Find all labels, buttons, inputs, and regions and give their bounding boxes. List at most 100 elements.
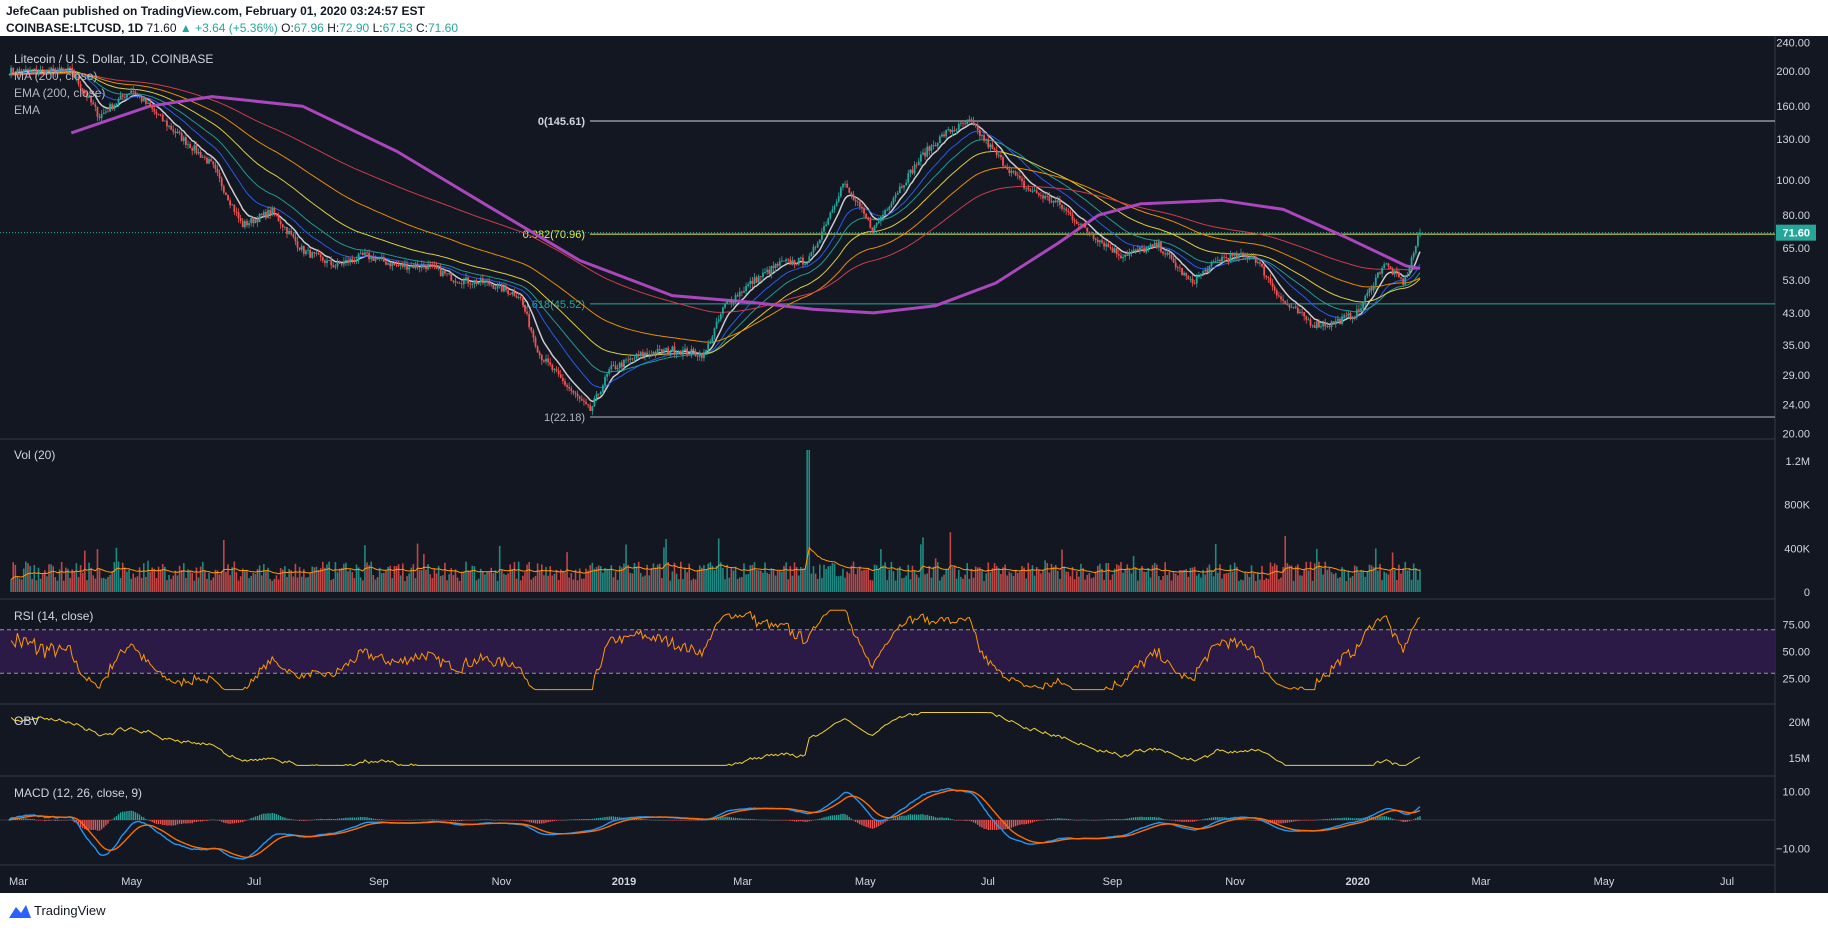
- volume-bar: [399, 575, 402, 592]
- volume-bar: [376, 577, 379, 592]
- tradingview-brand[interactable]: TradingView: [34, 903, 106, 918]
- volume-bar: [153, 568, 156, 592]
- volume-bar: [951, 566, 954, 592]
- indicator-ma200-label[interactable]: MA (200, close): [14, 69, 97, 83]
- volume-bar: [469, 570, 472, 592]
- candle-body: [612, 365, 615, 367]
- volume-bar: [1002, 567, 1004, 592]
- volume-bar: [787, 579, 790, 592]
- candle-body: [648, 354, 651, 356]
- volume-bar: [616, 580, 619, 592]
- volume-bar: [1410, 579, 1413, 592]
- candle-body: [551, 364, 554, 370]
- volume-bar: [1115, 564, 1118, 592]
- macd-histogram-bar: [1383, 816, 1385, 820]
- indicator-ema-label[interactable]: EMA: [14, 103, 40, 117]
- candle-body: [654, 352, 657, 355]
- candle-body: [972, 121, 975, 125]
- candle-body: [1071, 214, 1074, 220]
- candle-body: [690, 349, 693, 355]
- macd-histogram-bar: [663, 820, 665, 821]
- volume-bar: [604, 567, 606, 592]
- chart-canvas[interactable]: 240.00200.00160.00130.00100.0080.0065.00…: [0, 0, 1828, 893]
- macd-histogram-bar: [1052, 818, 1055, 820]
- volume-bar: [471, 565, 474, 592]
- volume-bar: [1073, 579, 1076, 592]
- candle-body: [332, 264, 335, 268]
- macd-histogram-bar: [570, 819, 572, 821]
- volume-bar: [1023, 567, 1025, 592]
- candle-body: [206, 157, 208, 164]
- candle-body: [298, 247, 301, 250]
- macd-histogram-bar: [798, 820, 800, 822]
- volume-bar: [947, 569, 950, 592]
- candle-body: [1250, 255, 1253, 258]
- macd-histogram-bar: [1010, 820, 1013, 828]
- candle-body: [1376, 272, 1379, 278]
- macd-histogram-bar: [1389, 817, 1392, 820]
- candle-body: [486, 280, 488, 282]
- volume-bar: [387, 566, 389, 592]
- candle-body: [391, 263, 394, 267]
- tradingview-logo-icon[interactable]: [8, 902, 32, 920]
- candle-body: [553, 369, 556, 370]
- volume-bar: [1261, 565, 1263, 592]
- volume-bar: [1391, 552, 1394, 592]
- volume-bar: [915, 574, 918, 592]
- candle-body: [519, 297, 522, 298]
- volume-bar: [1109, 579, 1112, 592]
- indicator-ema200-label[interactable]: EMA (200, close): [14, 86, 105, 100]
- candle-body: [387, 263, 389, 265]
- macd-histogram-bar: [290, 819, 292, 820]
- candle-body: [936, 143, 939, 147]
- volume-bar: [273, 578, 276, 592]
- candle-body: [1404, 275, 1407, 285]
- macd-histogram-bar: [31, 819, 33, 820]
- candle-body: [323, 260, 326, 264]
- macd-histogram-bar: [958, 820, 960, 821]
- volume-bar: [227, 564, 229, 592]
- candle-body: [296, 241, 299, 248]
- time-axis-tick: 2019: [612, 876, 636, 888]
- volume-bar: [909, 579, 912, 592]
- macd-histogram-bar: [1303, 820, 1305, 821]
- candle-body: [903, 185, 905, 188]
- volume-bar: [1162, 575, 1164, 592]
- volume-bar: [1334, 572, 1337, 592]
- candle-body: [922, 152, 924, 155]
- volume-bar: [1229, 564, 1232, 592]
- macd-histogram-bar: [1320, 819, 1322, 821]
- volume-bar: [145, 576, 147, 592]
- volume-bar: [100, 578, 103, 592]
- volume-bar: [408, 573, 410, 592]
- candle-body: [412, 265, 415, 269]
- macd-histogram-bar: [370, 818, 372, 820]
- macd-histogram-bar: [1324, 819, 1326, 820]
- volume-bar: [667, 561, 669, 592]
- volume-bar: [1132, 555, 1135, 592]
- volume-bar: [46, 576, 48, 592]
- obv-axis-tick: 20M: [1789, 717, 1810, 729]
- macd-histogram-bar: [410, 819, 412, 821]
- volume-bar: [1113, 568, 1116, 592]
- candle-body: [1155, 242, 1158, 248]
- macd-histogram-bar: [734, 817, 737, 820]
- volume-bar: [142, 563, 145, 592]
- macd-histogram-bar: [250, 818, 252, 820]
- candle-body: [869, 219, 872, 228]
- volume-bar: [762, 572, 764, 592]
- macd-histogram-bar: [1031, 820, 1034, 823]
- candle-body: [126, 94, 128, 98]
- volume-bar: [92, 575, 95, 592]
- candle-body: [467, 277, 470, 284]
- volume-bar: [1273, 563, 1276, 592]
- candle-body: [342, 261, 345, 265]
- candle-body: [576, 393, 579, 397]
- candle-body: [193, 145, 196, 151]
- macd-histogram-bar: [128, 810, 130, 820]
- candle-body: [345, 260, 347, 262]
- candle-body: [684, 348, 686, 350]
- macd-histogram-bar: [648, 819, 650, 821]
- candle-body: [359, 252, 362, 254]
- candle-body: [353, 260, 356, 262]
